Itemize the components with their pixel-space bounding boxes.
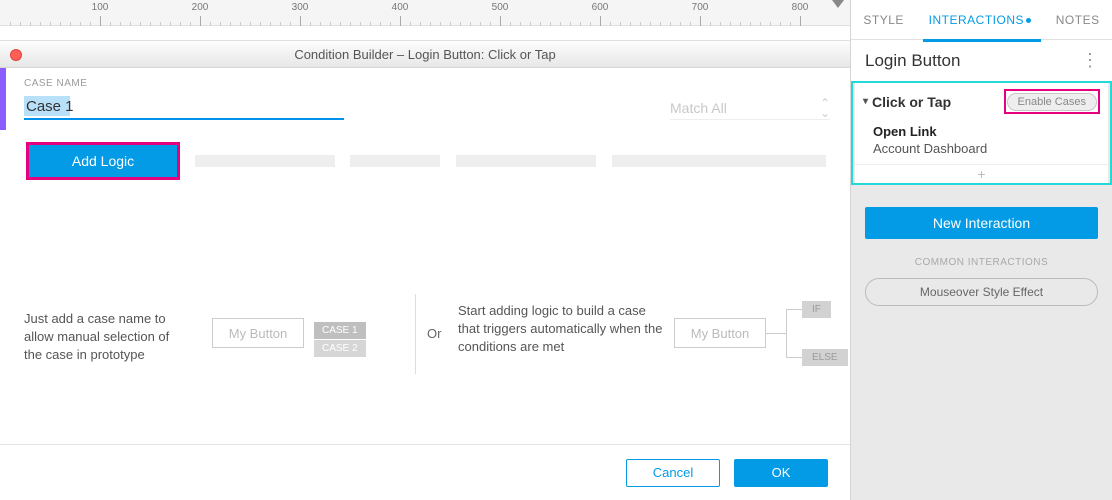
else-chip: ELSE	[802, 349, 848, 366]
case-name-label: CASE NAME	[24, 78, 87, 89]
divider	[415, 294, 416, 374]
tab-style[interactable]: STYLE	[859, 7, 908, 33]
modal-titlebar: Condition Builder – Login Button: Click …	[0, 40, 850, 68]
ruler-collapse-icon[interactable]	[832, 0, 844, 8]
modal-footer: Cancel OK	[0, 444, 850, 500]
modal-title-text: Condition Builder – Login Button: Click …	[294, 47, 555, 62]
if-chip: IF	[802, 301, 831, 318]
help-section: Just add a case name to allow manual sel…	[24, 298, 826, 428]
help-text-right: Start adding logic to build a case that …	[458, 302, 663, 356]
panel-title-row: Login Button ⋮	[851, 40, 1112, 81]
indicator-dot-icon	[1026, 18, 1031, 23]
condition-builder-modal: CASE NAME Match All ⌃⌄ Add Logic Just ad…	[0, 68, 850, 500]
action-name: Open Link	[873, 124, 1090, 139]
case1-chip: CASE 1	[314, 322, 366, 339]
panel-tabs: STYLE INTERACTIONS NOTES	[851, 0, 1112, 40]
tab-notes[interactable]: NOTES	[1052, 7, 1104, 33]
tab-interactions[interactable]: INTERACTIONS	[925, 7, 1035, 33]
kebab-icon[interactable]: ⋮	[1081, 50, 1098, 71]
match-all-label: Match All	[670, 100, 727, 116]
accent-bar	[0, 68, 6, 130]
enable-cases-highlight: Enable Cases	[1004, 89, 1101, 114]
event-body[interactable]: Open Link Account Dashboard	[855, 120, 1108, 164]
right-panel: STYLE INTERACTIONS NOTES Login Button ⋮ …	[850, 0, 1112, 500]
add-action-button[interactable]: +	[855, 164, 1108, 183]
event-highlight-box: ▾ Click or Tap Enable Cases Open Link Acc…	[851, 81, 1112, 185]
caret-down-icon: ▾	[863, 96, 868, 107]
cancel-button[interactable]: Cancel	[626, 459, 720, 487]
action-target: Account Dashboard	[873, 141, 1090, 156]
panel-title: Login Button	[865, 51, 960, 71]
canvas-area: 100200300400500600700800 Condition Build…	[0, 0, 850, 500]
event-header[interactable]: ▾ Click or Tap Enable Cases	[855, 83, 1108, 120]
demo-button-2: My Button	[674, 318, 766, 348]
placeholder-bar	[612, 155, 826, 167]
new-interaction-button[interactable]: New Interaction	[865, 207, 1098, 239]
ok-button[interactable]: OK	[734, 459, 828, 487]
close-icon[interactable]	[10, 49, 22, 61]
enable-cases-button[interactable]: Enable Cases	[1007, 93, 1098, 111]
or-label: Or	[427, 326, 441, 341]
case2-chip: CASE 2	[314, 340, 366, 357]
case-name-input[interactable]	[24, 94, 344, 120]
common-interactions-label: COMMON INTERACTIONS	[851, 257, 1112, 268]
match-all-select[interactable]: Match All ⌃⌄	[670, 96, 830, 120]
ruler: 100200300400500600700800	[0, 0, 850, 26]
help-text-left: Just add a case name to allow manual sel…	[24, 310, 189, 364]
chevron-updown-icon: ⌃⌄	[820, 98, 830, 118]
placeholder-bar	[350, 155, 440, 167]
event-name: Click or Tap	[872, 94, 951, 110]
mouseover-effect-button[interactable]: Mouseover Style Effect	[865, 278, 1098, 306]
placeholder-bar	[456, 155, 596, 167]
add-logic-button[interactable]: Add Logic	[29, 145, 177, 177]
demo-button-1: My Button	[212, 318, 304, 348]
placeholder-bar	[195, 155, 335, 167]
